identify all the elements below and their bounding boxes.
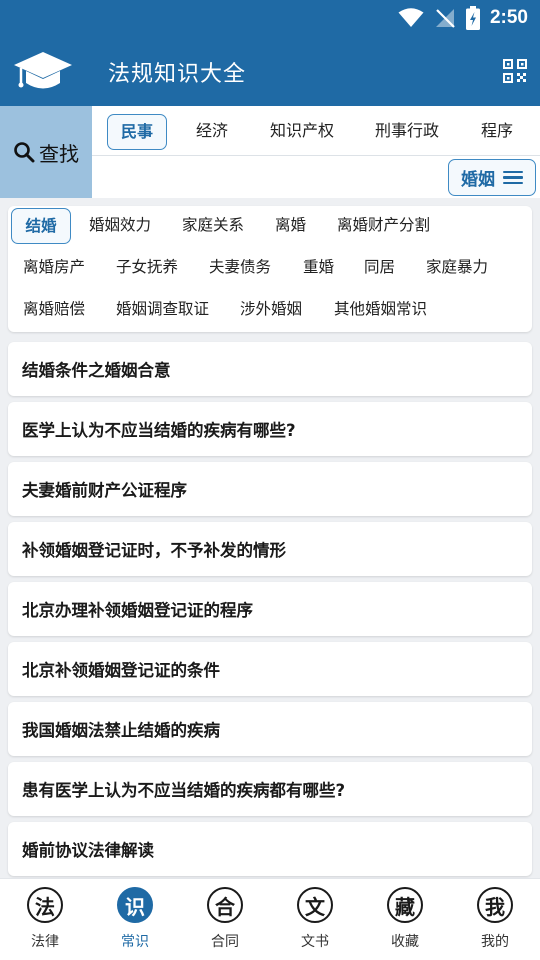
search-label: 查找: [39, 141, 79, 166]
nav-profile[interactable]: 我 我的: [450, 887, 540, 957]
topic-chip[interactable]: 家庭暴力: [426, 250, 488, 286]
topic-chip[interactable]: 其他婚姻常识: [334, 292, 427, 328]
menu-icon: [503, 170, 523, 185]
nav-contract[interactable]: 合 合同: [180, 887, 270, 957]
knowledge-icon: 识: [117, 887, 153, 923]
topic-chip[interactable]: 结婚: [11, 208, 71, 244]
topic-chip[interactable]: 同居: [364, 250, 395, 286]
article-item[interactable]: 患有医学上认为不应当结婚的疾病都有哪些?: [8, 762, 532, 816]
topic-chip[interactable]: 夫妻债务: [209, 250, 271, 286]
app-title: 法规知识大全: [108, 62, 247, 87]
article-item[interactable]: 北京办理补领婚姻登记证的程序: [8, 582, 532, 636]
topic-chip[interactable]: 离婚: [275, 208, 306, 244]
nav-law[interactable]: 法 法律: [0, 887, 90, 957]
topic-chip[interactable]: 离婚赔偿: [23, 292, 85, 328]
topic-chip[interactable]: 离婚房产: [23, 250, 85, 286]
category-tabs: 民事 经济 知识产权 刑事行政 程序: [92, 106, 540, 156]
tab-economic[interactable]: 经济: [187, 114, 237, 150]
search-icon: [14, 142, 35, 163]
tab-civil[interactable]: 民事: [107, 114, 167, 150]
topic-chip[interactable]: 子女抚养: [116, 250, 178, 286]
topic-chip[interactable]: 婚姻效力: [89, 208, 151, 244]
article-item[interactable]: 婚前协议法律解读: [8, 822, 532, 876]
topic-chip[interactable]: 婚姻调查取证: [116, 292, 209, 328]
no-signal-icon: [435, 9, 455, 28]
subcategory-label: 婚姻: [461, 170, 495, 190]
nav-label: 法律: [31, 934, 59, 950]
qr-scan-icon[interactable]: [502, 58, 528, 84]
subcategory-selector[interactable]: 婚姻: [448, 159, 536, 196]
battery-charging-icon: [465, 6, 480, 30]
contract-icon: 合: [207, 887, 243, 923]
article-item[interactable]: 夫妻婚前财产公证程序: [8, 462, 532, 516]
clock: 2:50: [489, 7, 528, 28]
tab-procedure[interactable]: 程序: [472, 114, 522, 150]
subcategory-row: 婚姻: [92, 157, 540, 198]
tab-criminal-administrative[interactable]: 刑事行政: [367, 114, 447, 150]
topic-chip[interactable]: 家庭关系: [182, 208, 244, 244]
nav-label: 收藏: [391, 934, 419, 950]
nav-label: 我的: [481, 934, 509, 950]
topic-chip[interactable]: 离婚财产分割: [337, 208, 430, 244]
nav-label: 合同: [211, 934, 239, 950]
topic-chip[interactable]: 涉外婚姻: [240, 292, 302, 328]
law-icon: 法: [27, 887, 63, 923]
app-bar: 法规知识大全: [0, 36, 540, 106]
article-item[interactable]: 北京补领婚姻登记证的条件: [8, 642, 532, 696]
wifi-icon: [398, 8, 424, 27]
search-button[interactable]: 查找: [0, 106, 92, 198]
profile-icon: 我: [477, 887, 513, 923]
status-bar: 2:50: [0, 0, 540, 36]
category-area: 查找 民事 经济 知识产权 刑事行政 程序 婚姻: [0, 106, 540, 198]
nav-favorites[interactable]: 藏 收藏: [360, 887, 450, 957]
nav-knowledge[interactable]: 识 常识: [90, 887, 180, 957]
documents-icon: 文: [297, 887, 333, 923]
topic-chip[interactable]: 重婚: [303, 250, 334, 286]
topics-card: 结婚 婚姻效力 家庭关系 离婚 离婚财产分割 离婚房产 子女抚养 夫妻债务 重婚…: [8, 206, 532, 332]
nav-label: 文书: [301, 934, 329, 950]
nav-documents[interactable]: 文 文书: [270, 887, 360, 957]
graduation-cap-icon: [14, 52, 72, 89]
tab-intellectual-property[interactable]: 知识产权: [262, 114, 342, 150]
article-item[interactable]: 医学上认为不应当结婚的疾病有哪些?: [8, 402, 532, 456]
article-item[interactable]: 补领婚姻登记证时，不予补发的情形: [8, 522, 532, 576]
article-item[interactable]: 结婚条件之婚姻合意: [8, 342, 532, 396]
nav-label: 常识: [121, 934, 149, 950]
favorites-icon: 藏: [387, 887, 423, 923]
bottom-nav: 法 法律 识 常识 合 合同 文 文书 藏 收藏 我 我的: [0, 878, 540, 960]
article-item[interactable]: 我国婚姻法禁止结婚的疾病: [8, 702, 532, 756]
